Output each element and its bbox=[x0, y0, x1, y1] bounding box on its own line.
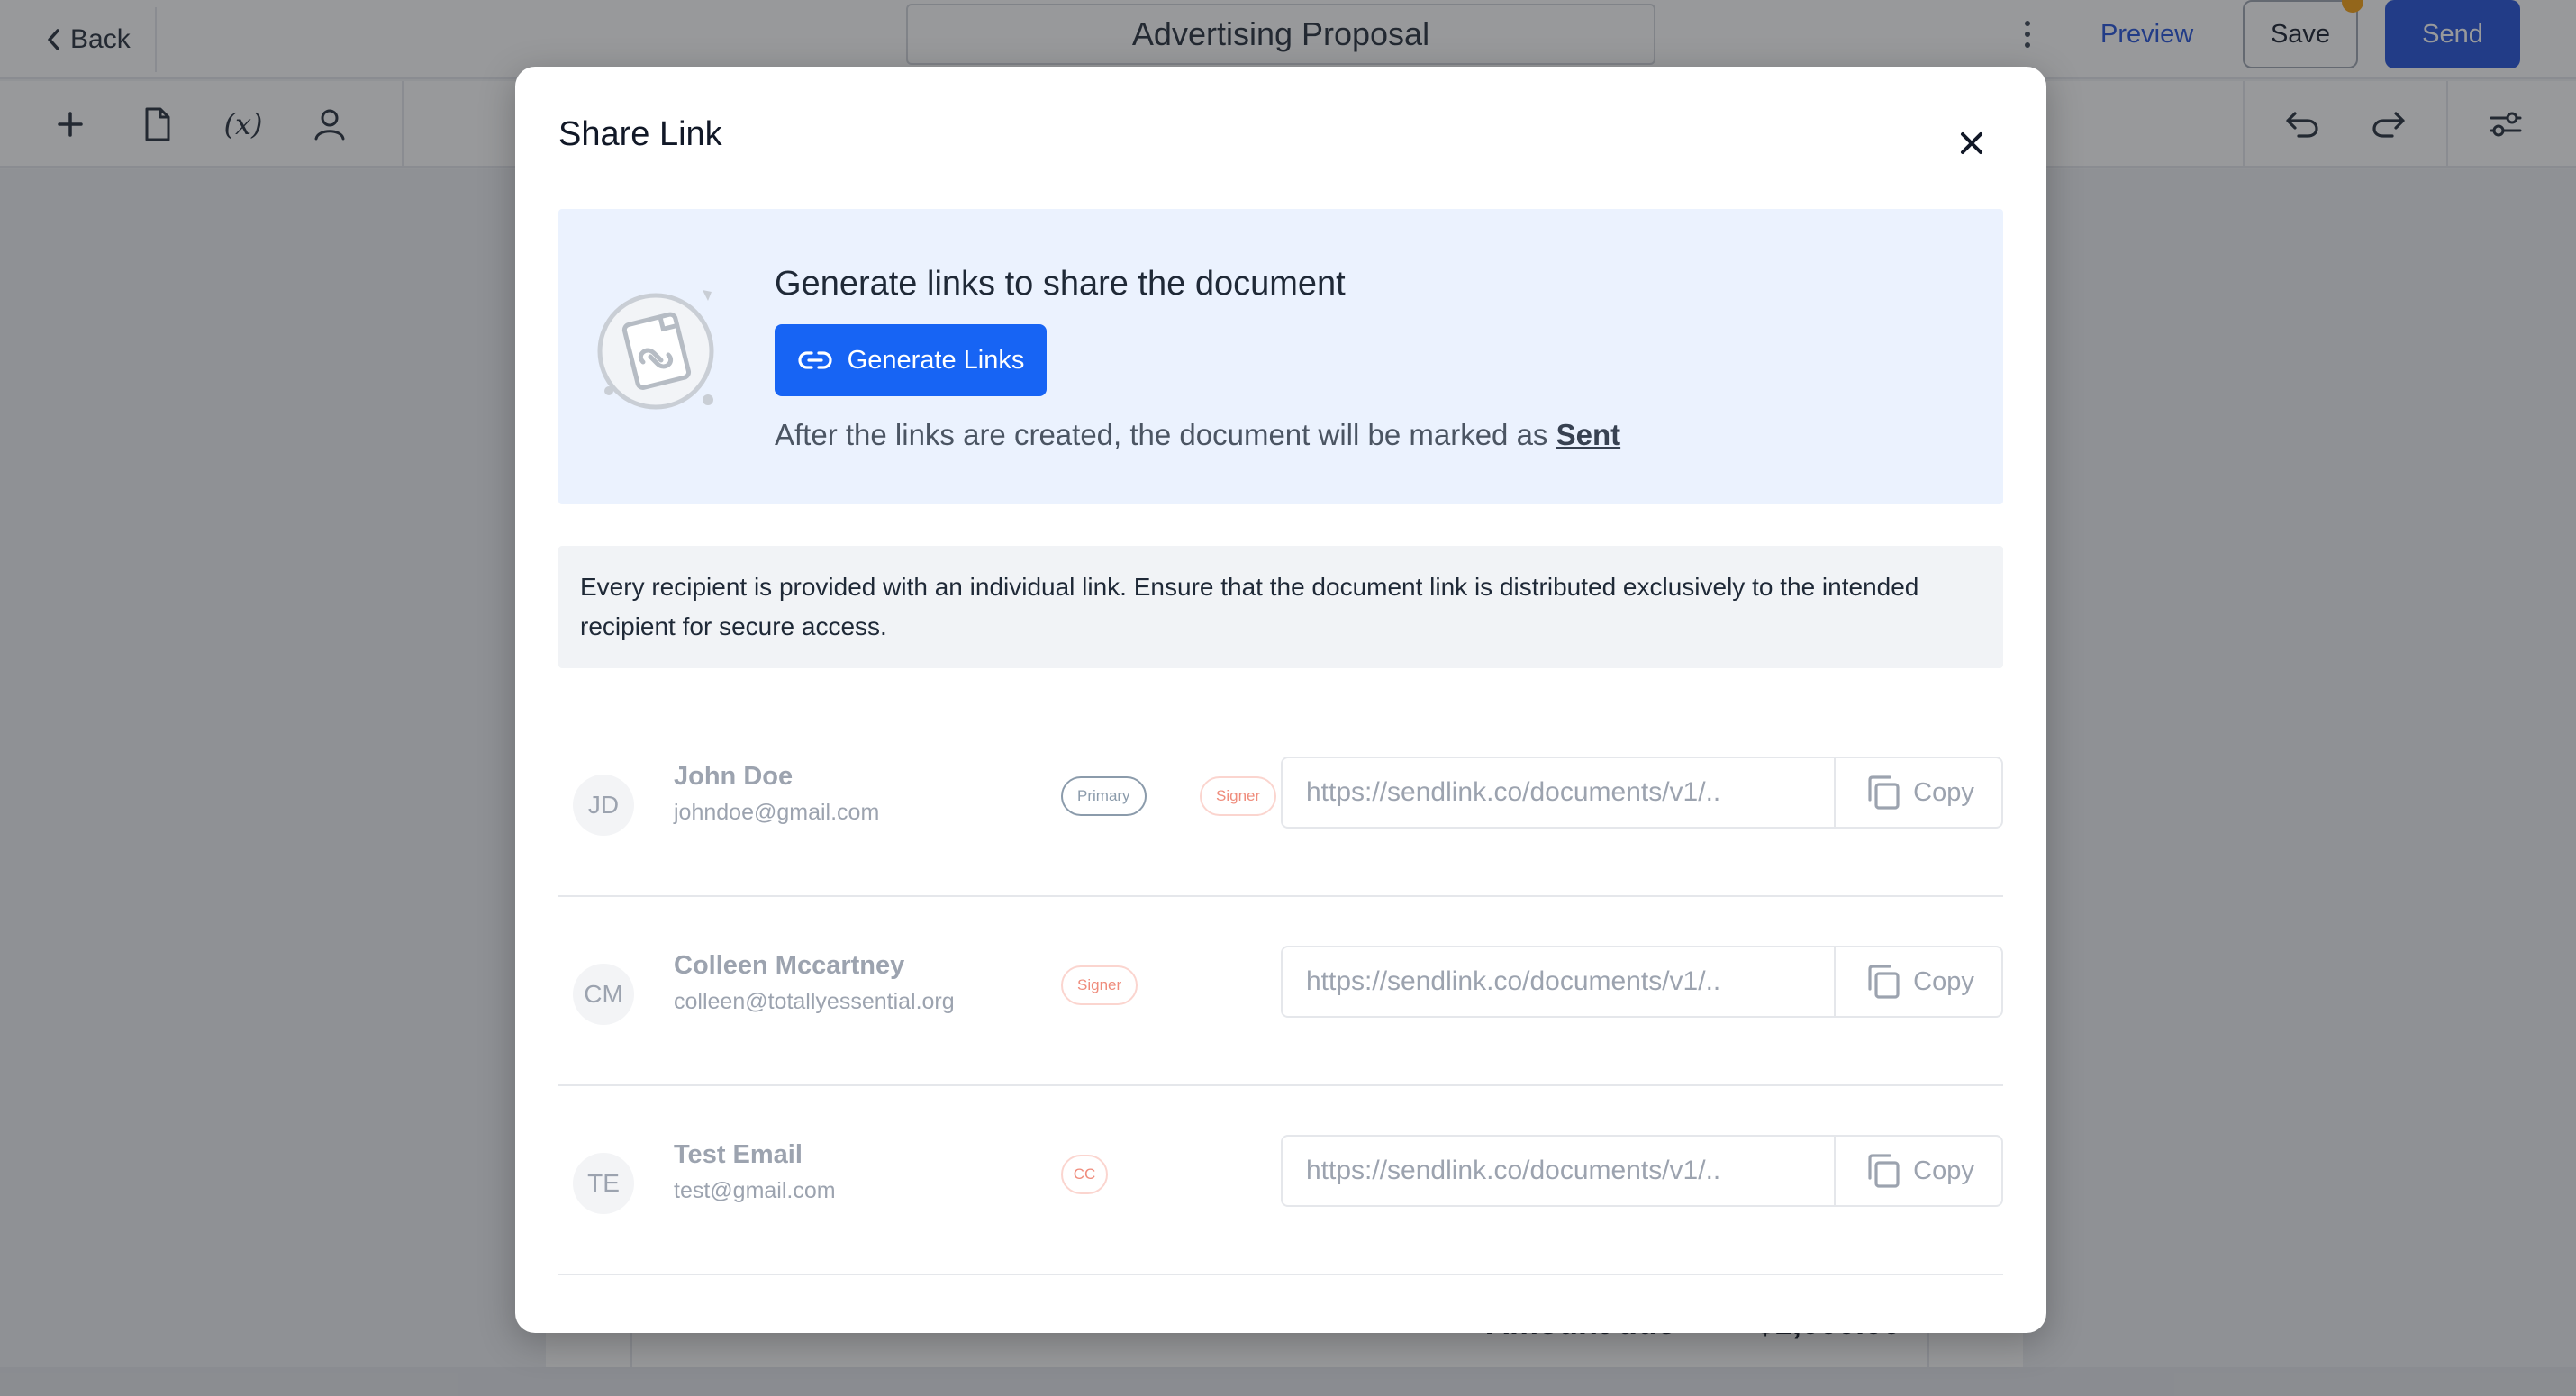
recipient-email: test@gmail.com bbox=[674, 1178, 836, 1203]
sent-status-link[interactable]: Sent bbox=[1556, 418, 1621, 451]
recipient-row: CM Colleen Mccartney colleen@totallyesse… bbox=[558, 897, 2003, 1086]
recipient-email: colleen@totallyessential.org bbox=[674, 989, 955, 1014]
copy-link-button[interactable]: Copy bbox=[1834, 946, 2003, 1018]
copy-label: Copy bbox=[1913, 966, 1974, 996]
avatar: CM bbox=[573, 964, 634, 1025]
modal-title: Share Link bbox=[558, 115, 722, 153]
generate-links-panel: Generate links to share the document Gen… bbox=[558, 209, 2003, 504]
recipient-link-field[interactable]: https://sendlink.co/documents/v1/.. bbox=[1281, 757, 1836, 829]
generate-links-label: Generate Links bbox=[847, 345, 1025, 375]
recipient-link-field[interactable]: https://sendlink.co/documents/v1/.. bbox=[1281, 946, 1836, 1018]
avatar: TE bbox=[573, 1153, 634, 1214]
copy-link-button[interactable]: Copy bbox=[1834, 757, 2003, 829]
recipient-row: TE Test Email test@gmail.com CC https://… bbox=[558, 1086, 2003, 1275]
recipient-row: JD John Doe johndoe@gmail.com Primary Si… bbox=[558, 708, 2003, 897]
avatar: JD bbox=[573, 775, 634, 836]
recipient-email: johndoe@gmail.com bbox=[674, 800, 880, 825]
share-document-illustration bbox=[596, 279, 722, 412]
role-badge-signer: Signer bbox=[1061, 965, 1138, 1005]
hero-note: After the links are created, the documen… bbox=[775, 418, 1620, 452]
recipient-link-field[interactable]: https://sendlink.co/documents/v1/.. bbox=[1281, 1135, 1836, 1207]
hero-note-text: After the links are created, the documen… bbox=[775, 418, 1548, 451]
role-badge-primary: Primary bbox=[1061, 776, 1147, 816]
recipient-name: Test Email bbox=[674, 1140, 803, 1169]
copy-link-button[interactable]: Copy bbox=[1834, 1135, 2003, 1207]
role-badge-signer: Signer bbox=[1200, 776, 1277, 816]
recipient-name: John Doe bbox=[674, 762, 794, 791]
copy-label: Copy bbox=[1913, 1156, 1974, 1185]
copy-icon bbox=[1868, 965, 1900, 999]
generate-links-button[interactable]: Generate Links bbox=[775, 324, 1047, 396]
share-link-modal: Share Link Generate links to share the d… bbox=[515, 67, 2046, 1333]
recipient-info-notice: Every recipient is provided with an indi… bbox=[558, 546, 2003, 668]
close-icon[interactable] bbox=[1951, 122, 1992, 164]
copy-icon bbox=[1868, 1154, 1900, 1188]
link-icon bbox=[798, 351, 832, 369]
role-badge-cc: CC bbox=[1061, 1155, 1108, 1194]
hero-heading: Generate links to share the document bbox=[775, 265, 1346, 303]
copy-label: Copy bbox=[1913, 777, 1974, 807]
recipient-name: Colleen Mccartney bbox=[674, 951, 905, 980]
copy-icon bbox=[1868, 775, 1900, 810]
